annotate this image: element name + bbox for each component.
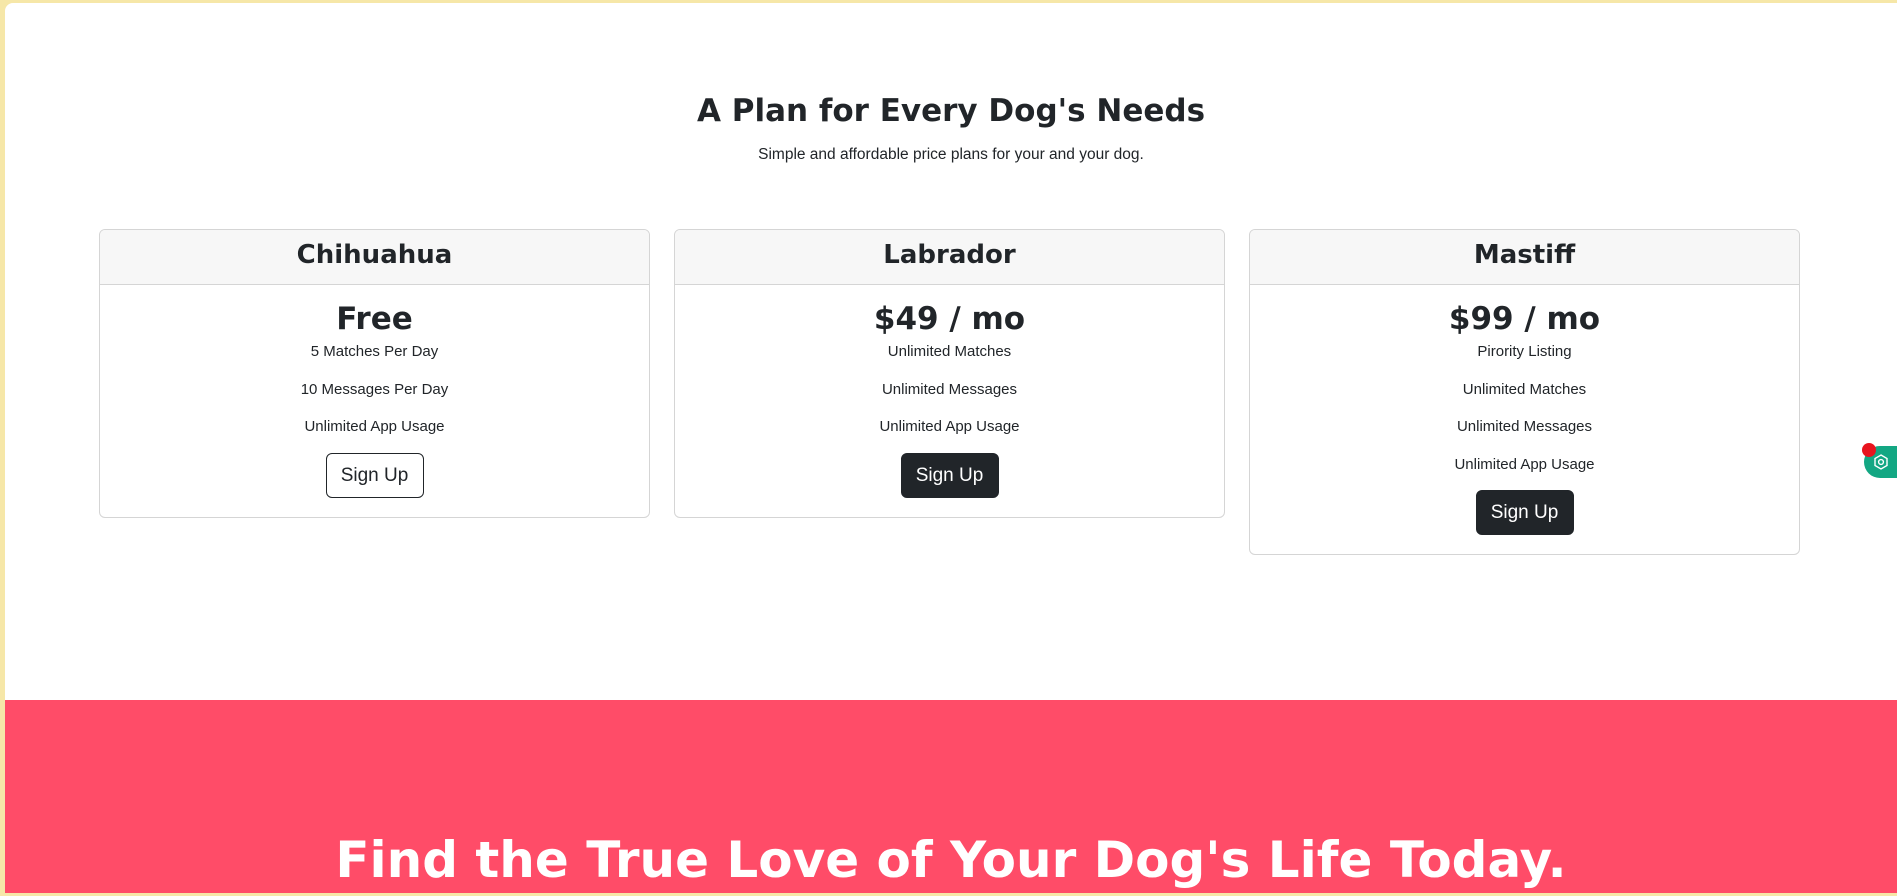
plan-card-mastiff: Mastiff $99 / mo Pirority Listing Unlimi…: [1249, 229, 1800, 555]
plan-price: Free: [336, 301, 413, 337]
plan-price: $99 / mo: [1448, 301, 1601, 337]
pricing-section: A Plan for Every Dog's Needs Simple and …: [5, 3, 1897, 700]
plan-feature: Pirority Listing: [1477, 343, 1572, 360]
plan-card-body: Free 5 Matches Per Day 10 Messages Per D…: [100, 285, 649, 498]
hexagon-settings-icon: [1874, 454, 1888, 470]
plan-feature: Unlimited App Usage: [1454, 455, 1595, 473]
plan-feature: 10 Messages Per Day: [300, 380, 449, 398]
browser-viewport: A Plan for Every Dog's Needs Simple and …: [5, 3, 1897, 893]
plan-card-header: Labrador: [675, 230, 1224, 285]
plan-card-body: $99 / mo Pirority Listing Unlimited Matc…: [1250, 285, 1799, 535]
plan-card-header: Chihuahua: [100, 230, 649, 285]
cta-section: Find the True Love of Your Dog's Life To…: [5, 700, 1897, 893]
plan-card-labrador: Labrador $49 / mo Unlimited Matches Unli…: [674, 229, 1225, 518]
plan-features: Pirority Listing Unlimited Matches Unlim…: [1250, 339, 1799, 489]
plan-feature: Unlimited Messages: [881, 380, 1018, 398]
plan-features: 5 Matches Per Day 10 Messages Per Day Un…: [100, 339, 649, 452]
cta-title: Find the True Love of Your Dog's Life To…: [335, 831, 1567, 889]
plan-name: Mastiff: [1473, 240, 1576, 270]
plan-card-header: Mastiff: [1250, 230, 1799, 285]
plan-card-body: $49 / mo Unlimited Matches Unlimited Mes…: [675, 285, 1224, 498]
plan-feature: Unlimited Matches: [1462, 380, 1587, 398]
pricing-subtitle: Simple and affordable price plans for yo…: [758, 146, 1144, 163]
sign-up-button-mastiff[interactable]: Sign Up: [1475, 490, 1574, 535]
plan-feature: 5 Matches Per Day: [310, 343, 439, 360]
plan-features: Unlimited Matches Unlimited Messages Unl…: [675, 339, 1224, 452]
plan-price: $49 / mo: [873, 301, 1026, 337]
pricing-title: A Plan for Every Dog's Needs: [696, 93, 1206, 129]
plan-name: Labrador: [883, 240, 1016, 270]
plan-card-chihuahua: Chihuahua Free 5 Matches Per Day 10 Mess…: [99, 229, 650, 518]
plan-name: Chihuahua: [296, 240, 453, 270]
plan-feature: Unlimited App Usage: [879, 418, 1020, 435]
sign-up-button-labrador[interactable]: Sign Up: [900, 452, 999, 498]
plan-feature: Unlimited Matches: [887, 343, 1012, 360]
plan-feature: Unlimited App Usage: [304, 418, 445, 435]
plan-feature: Unlimited Messages: [1456, 418, 1593, 435]
sign-up-button-chihuahua[interactable]: Sign Up: [325, 452, 424, 498]
notification-dot: [1862, 443, 1876, 457]
